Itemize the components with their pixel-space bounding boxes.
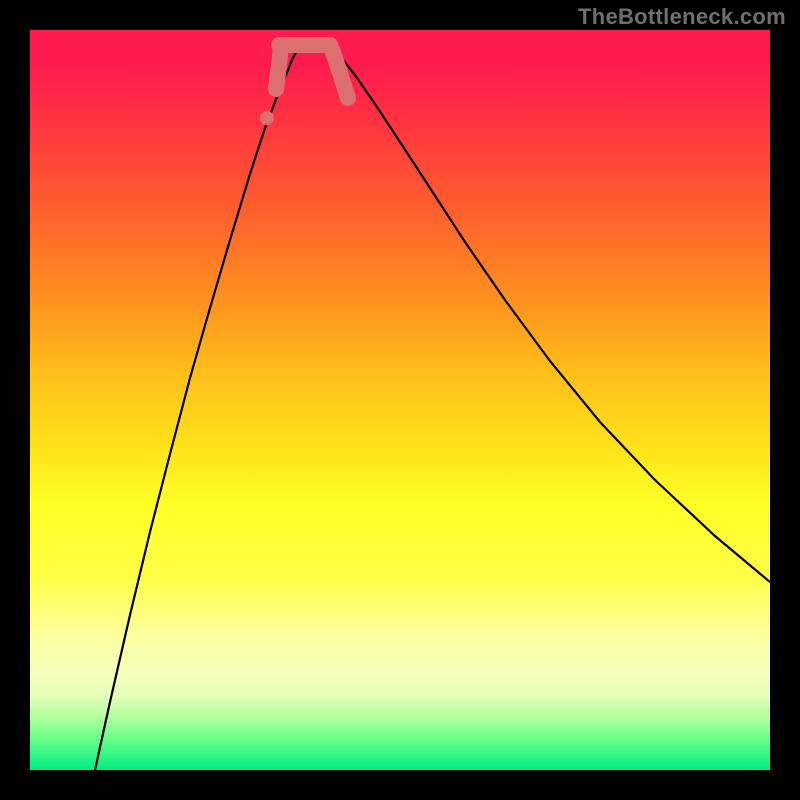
trough-marker-dot [260, 111, 274, 125]
trough-marker-right [330, 45, 348, 98]
right-curve [330, 45, 770, 582]
left-curve [95, 45, 300, 770]
chart-frame: TheBottleneck.com [0, 0, 800, 800]
plot-area [30, 30, 770, 770]
watermark-text: TheBottleneck.com [578, 4, 786, 30]
trough-marker-left [276, 45, 281, 89]
curves-layer [30, 30, 770, 770]
